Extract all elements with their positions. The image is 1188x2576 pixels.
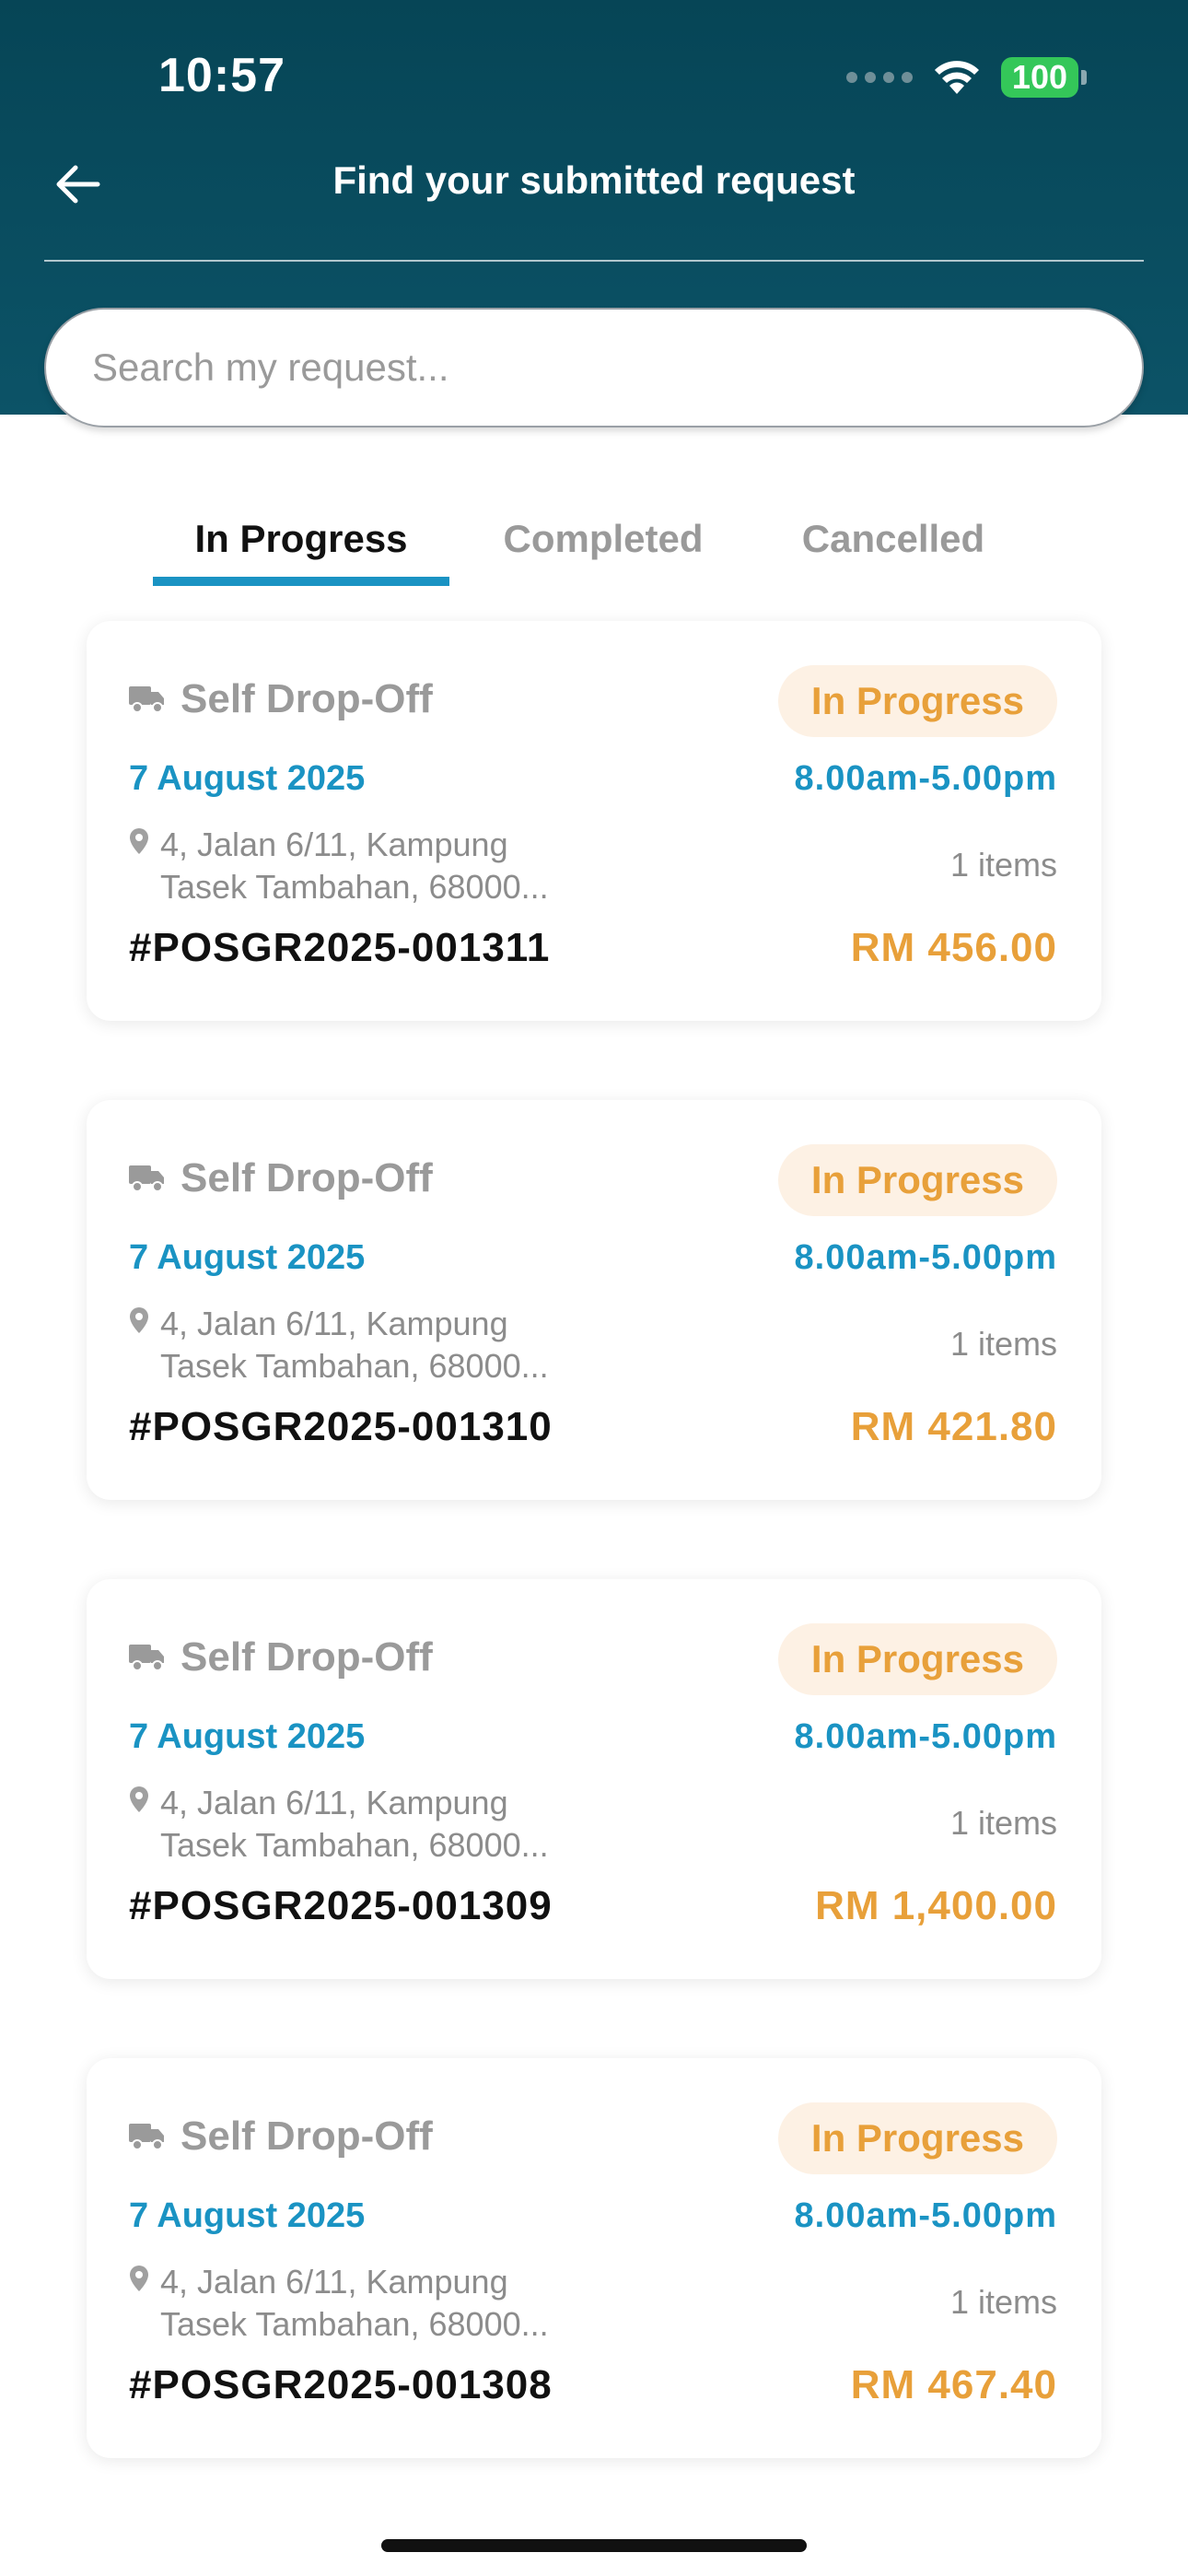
status-badge: In Progress bbox=[777, 1623, 1057, 1695]
truck-icon bbox=[129, 2124, 164, 2150]
status-icons: 100 bbox=[845, 57, 1087, 98]
address-line-1: 4, Jalan 6/11, Kampung bbox=[160, 825, 508, 863]
page-title: Find your submitted request bbox=[332, 158, 856, 202]
delivery-method-label: Self Drop-Off bbox=[181, 1634, 433, 1680]
item-count: 1 items bbox=[949, 2283, 1057, 2321]
item-count: 1 items bbox=[949, 1325, 1057, 1363]
request-time: 8.00am-5.00pm bbox=[794, 2196, 1057, 2235]
item-count: 1 items bbox=[949, 846, 1057, 884]
address-line-1: 4, Jalan 6/11, Kampung bbox=[160, 1784, 508, 1821]
address-line-2: Tasek Tambahan, 68000... bbox=[160, 2305, 549, 2343]
screen: 10:57 100 Find your submitted request Se… bbox=[0, 0, 1188, 2576]
delivery-method-label: Self Drop-Off bbox=[181, 676, 433, 721]
request-time: 8.00am-5.00pm bbox=[794, 1238, 1057, 1277]
delivery-method-label: Self Drop-Off bbox=[181, 2113, 433, 2159]
request-date: 7 August 2025 bbox=[129, 759, 366, 798]
request-date: 7 August 2025 bbox=[129, 1238, 366, 1277]
status-time: 10:57 bbox=[158, 49, 285, 102]
search-input[interactable] bbox=[44, 308, 1144, 427]
request-amount: RM 421.80 bbox=[850, 1404, 1057, 1449]
request-card[interactable]: Self Drop-Off In Progress 7 August 2025 … bbox=[87, 2058, 1101, 2458]
request-reference: #POSGR2025-001311 bbox=[129, 925, 551, 970]
request-reference: #POSGR2025-001309 bbox=[129, 1883, 553, 1928]
location-pin-icon bbox=[130, 1786, 148, 1812]
tab-in-progress[interactable]: In Progress bbox=[153, 488, 449, 590]
request-amount: RM 1,400.00 bbox=[815, 1883, 1057, 1928]
request-amount: RM 467.40 bbox=[850, 2362, 1057, 2407]
location-pin-icon bbox=[130, 2266, 148, 2291]
battery-level: 100 bbox=[1000, 57, 1078, 98]
request-time: 8.00am-5.00pm bbox=[794, 759, 1057, 798]
request-card[interactable]: Self Drop-Off In Progress 7 August 2025 … bbox=[87, 1579, 1101, 1979]
active-tab-indicator bbox=[153, 577, 449, 586]
delivery-method: Self Drop-Off bbox=[129, 2113, 433, 2160]
wifi-icon bbox=[934, 61, 979, 94]
request-date: 7 August 2025 bbox=[129, 1717, 366, 1756]
item-count: 1 items bbox=[949, 1804, 1057, 1842]
status-badge: In Progress bbox=[777, 1144, 1057, 1216]
request-time: 8.00am-5.00pm bbox=[794, 1717, 1057, 1756]
address-line-2: Tasek Tambahan, 68000... bbox=[160, 868, 549, 906]
delivery-method-label: Self Drop-Off bbox=[181, 1155, 433, 1200]
request-reference: #POSGR2025-001308 bbox=[129, 2362, 553, 2407]
request-date: 7 August 2025 bbox=[129, 2196, 366, 2235]
delivery-method: Self Drop-Off bbox=[129, 676, 433, 722]
request-card[interactable]: Self Drop-Off In Progress 7 August 2025 … bbox=[87, 621, 1101, 1021]
address-line-1: 4, Jalan 6/11, Kampung bbox=[160, 1305, 508, 1342]
location-pin-icon bbox=[130, 1307, 148, 1333]
delivery-method: Self Drop-Off bbox=[129, 1155, 433, 1201]
address-line-2: Tasek Tambahan, 68000... bbox=[160, 1347, 549, 1385]
truck-icon bbox=[129, 1645, 164, 1671]
tab-completed[interactable]: Completed bbox=[479, 488, 728, 590]
request-amount: RM 456.00 bbox=[850, 925, 1057, 970]
request-reference: #POSGR2025-001310 bbox=[129, 1404, 553, 1449]
status-badge: In Progress bbox=[777, 2102, 1057, 2174]
address-line-2: Tasek Tambahan, 68000... bbox=[160, 1826, 549, 1864]
address-line-1: 4, Jalan 6/11, Kampung bbox=[160, 2263, 508, 2301]
truck-icon bbox=[129, 686, 164, 713]
status-badge: In Progress bbox=[777, 665, 1057, 737]
cellular-signal-icon bbox=[845, 72, 913, 83]
tab-bar: In Progress Completed Cancelled bbox=[0, 488, 1188, 590]
header-divider bbox=[44, 260, 1144, 262]
home-indicator[interactable] bbox=[381, 2539, 807, 2552]
truck-icon bbox=[129, 1165, 164, 1192]
request-card[interactable]: Self Drop-Off In Progress 7 August 2025 … bbox=[87, 1100, 1101, 1500]
tab-cancelled[interactable]: Cancelled bbox=[774, 488, 1013, 590]
delivery-method: Self Drop-Off bbox=[129, 1634, 433, 1680]
location-pin-icon bbox=[130, 828, 148, 854]
battery-icon: 100 bbox=[1000, 57, 1087, 98]
